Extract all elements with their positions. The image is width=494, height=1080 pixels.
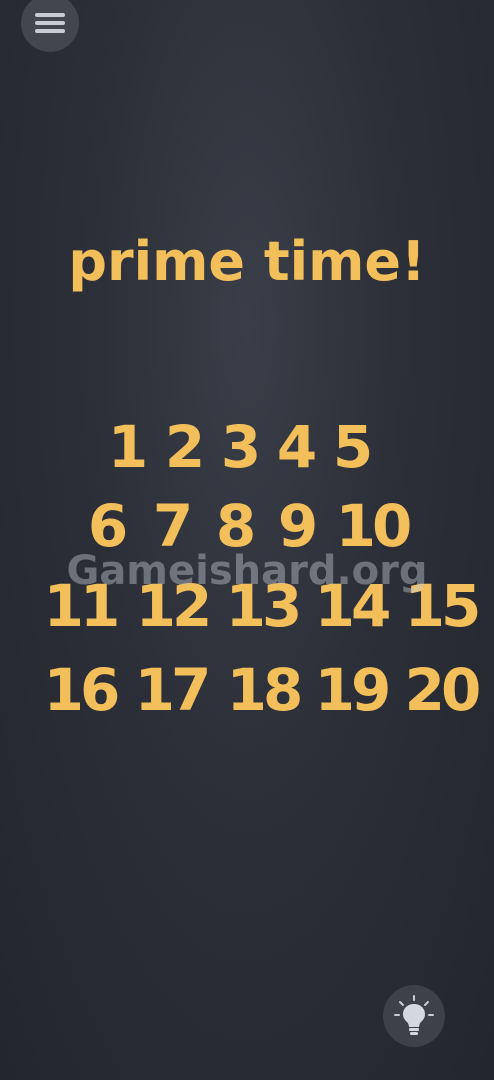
number-19[interactable]: 19 bbox=[301, 661, 401, 719]
number-15[interactable]: 15 bbox=[391, 577, 491, 635]
number-11[interactable]: 11 bbox=[30, 577, 130, 635]
number-10[interactable]: 10 bbox=[322, 497, 422, 555]
number-18[interactable]: 18 bbox=[213, 661, 313, 719]
number-16[interactable]: 16 bbox=[30, 661, 130, 719]
menu-button[interactable] bbox=[21, 0, 79, 52]
hint-button[interactable] bbox=[383, 985, 445, 1047]
number-17[interactable]: 17 bbox=[121, 661, 221, 719]
puzzle-title: prime time! bbox=[68, 230, 426, 293]
number-20[interactable]: 20 bbox=[391, 661, 491, 719]
lightbulb-icon bbox=[394, 995, 434, 1035]
number-12[interactable]: 12 bbox=[122, 577, 222, 635]
hamburger-menu-icon bbox=[35, 13, 65, 33]
number-14[interactable]: 14 bbox=[301, 577, 401, 635]
number-5[interactable]: 5 bbox=[303, 418, 403, 476]
number-13[interactable]: 13 bbox=[212, 577, 312, 635]
